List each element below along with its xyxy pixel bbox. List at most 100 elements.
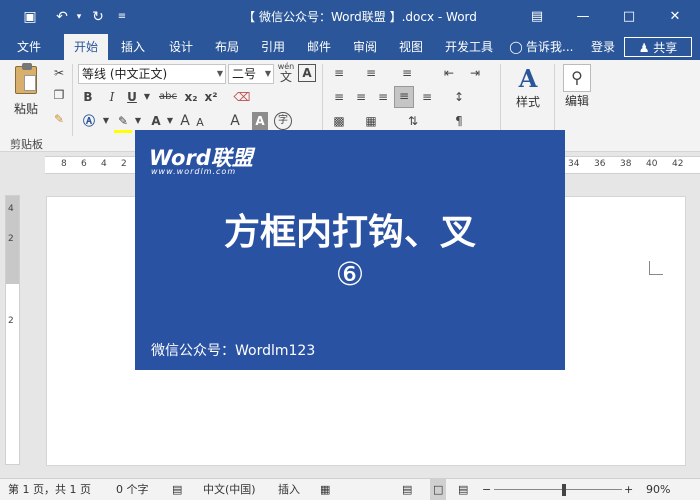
tab-review[interactable]: 审阅	[344, 34, 386, 60]
tab-design[interactable]: 设计	[160, 34, 202, 60]
zoom-in-icon[interactable]: +	[624, 479, 633, 500]
copy-icon[interactable]: ❐	[50, 86, 68, 104]
ruler-number: 40	[646, 159, 658, 169]
chevron-down-icon[interactable]: ▼	[102, 112, 110, 130]
decrease-indent-icon[interactable]: ⇤	[440, 64, 458, 82]
underline-button[interactable]: U	[124, 88, 140, 106]
undo-icon[interactable]: ↶	[50, 0, 74, 34]
vertical-ruler[interactable]: 4 2 2	[5, 195, 20, 465]
grow-font-button[interactable]: A	[178, 112, 192, 130]
show-marks-icon[interactable]: ¶	[450, 112, 468, 130]
align-center-icon[interactable]: ≡	[352, 88, 370, 106]
separator	[500, 64, 501, 136]
zoom-level[interactable]: 90%	[646, 479, 670, 500]
print-layout-icon[interactable]: □	[430, 479, 447, 500]
tab-view[interactable]: 视图	[390, 34, 432, 60]
editing-button[interactable]: ⚲ 编辑	[560, 64, 594, 124]
bullets-icon[interactable]: ≡	[330, 64, 348, 82]
sort-icon[interactable]: ⇅	[404, 112, 422, 130]
zoom-slider[interactable]	[494, 489, 622, 490]
maximize-icon[interactable]: □	[606, 0, 652, 34]
status-bar: 第 1 页，共 1 页 0 个字 ▤ 中文(中国) 插入 ▦ ▤ □ ▤ − +…	[0, 478, 700, 500]
zoom-slider-thumb[interactable]	[562, 484, 566, 496]
minimize-icon[interactable]: —	[560, 0, 606, 34]
lightbulb-icon[interactable]: ◯	[508, 34, 524, 60]
ruler-number: 4	[8, 204, 14, 214]
text-effects-icon[interactable]: Ⓐ	[80, 112, 98, 130]
increase-indent-icon[interactable]: ⇥	[466, 64, 484, 82]
align-left-icon[interactable]: ≡	[330, 88, 348, 106]
shading-icon[interactable]: ▩	[330, 112, 348, 130]
font-name-select[interactable]: 等线 (中文正文) ▼	[78, 64, 226, 84]
borders-icon[interactable]: ▦	[362, 112, 380, 130]
zoom-out-icon[interactable]: −	[482, 479, 491, 500]
font-name-value: 等线 (中文正文)	[82, 67, 168, 81]
title-bar: ▣ ↶ ▾ ↻ ≡ 【 微信公众号：Word联盟 】.docx - Word ▤…	[0, 0, 700, 34]
web-layout-icon[interactable]: ▤	[458, 479, 468, 500]
macro-icon[interactable]: ▦	[320, 479, 330, 500]
ruler-number: 6	[81, 159, 87, 169]
font-size-select[interactable]: 二号 ▼	[228, 64, 274, 84]
proofing-icon[interactable]: ▤	[172, 479, 182, 500]
highlight-icon[interactable]: ✎	[114, 112, 132, 133]
align-right-icon[interactable]: ≡	[374, 88, 392, 106]
superscript-button[interactable]: x²	[202, 88, 220, 106]
save-icon[interactable]: ▣	[18, 0, 42, 34]
numbering-icon[interactable]: ≡	[362, 64, 380, 82]
ruler-number: 42	[672, 159, 684, 169]
tab-references[interactable]: 引用	[252, 34, 294, 60]
signin-link[interactable]: 登录	[586, 34, 620, 60]
insert-mode[interactable]: 插入	[278, 479, 300, 500]
share-button[interactable]: ♟ 共享	[624, 37, 692, 57]
tab-layout[interactable]: 布局	[206, 34, 248, 60]
brand-url: www.wordlm.com	[151, 167, 237, 176]
distributed-icon[interactable]: ≡	[418, 88, 436, 106]
cut-icon[interactable]: ✂	[50, 64, 68, 82]
chevron-down-icon[interactable]: ▼	[142, 88, 152, 106]
card-footer: 微信公众号：Wordlm123	[151, 343, 316, 359]
customize-icon[interactable]: ≡	[112, 0, 132, 34]
language-indicator[interactable]: 中文(中国)	[203, 479, 256, 500]
clear-format-icon[interactable]: ⌫	[232, 88, 252, 106]
paste-button[interactable]: 粘贴	[8, 63, 44, 124]
tell-me-search[interactable]: 告诉我...	[526, 34, 582, 60]
font-size-value: 二号	[232, 67, 257, 81]
char-border-button[interactable]: A	[298, 64, 316, 82]
ruler-number: 2	[121, 159, 127, 169]
line-spacing-icon[interactable]: ↕	[450, 88, 468, 106]
justify-icon[interactable]: ≡	[394, 86, 414, 108]
chevron-down-icon[interactable]: ▼	[166, 112, 174, 130]
card-headline: 方框内打钩、叉	[223, 212, 476, 253]
ribbon-tabs: 文件 开始 插入 设计 布局 引用 邮件 审阅 视图 开发工具 ◯ 告诉我...…	[0, 34, 700, 60]
styles-label: 样式	[515, 95, 540, 109]
multilevel-list-icon[interactable]: ≡	[398, 64, 416, 82]
styles-button[interactable]: A 样式	[508, 64, 548, 124]
ruler-number: 36	[594, 159, 606, 169]
phonetic-guide-button[interactable]: wén 文	[276, 62, 296, 83]
word-count[interactable]: 0 个字	[116, 479, 149, 500]
tab-insert[interactable]: 插入	[112, 34, 154, 60]
ribbon-display-icon[interactable]: ▤	[514, 0, 560, 34]
grow-font-button[interactable]: A	[228, 112, 242, 130]
card-headline-number: ⑥	[335, 255, 365, 293]
tab-developer[interactable]: 开发工具	[438, 34, 500, 60]
enclose-char-button[interactable]: 字	[274, 112, 292, 130]
bold-button[interactable]: B	[80, 88, 96, 106]
close-icon[interactable]: ✕	[652, 0, 698, 34]
format-painter-icon[interactable]: ✎	[50, 110, 68, 128]
read-mode-icon[interactable]: ▤	[402, 479, 412, 500]
strikethrough-button[interactable]: abc	[156, 88, 180, 106]
redo-icon[interactable]: ↻	[86, 0, 110, 34]
undo-dropdown-icon[interactable]: ▾	[72, 0, 86, 34]
subscript-button[interactable]: x₂	[182, 88, 200, 106]
italic-button[interactable]: I	[104, 88, 120, 106]
clipboard-icon	[15, 63, 37, 94]
page-count[interactable]: 第 1 页，共 1 页	[8, 479, 91, 500]
chevron-down-icon[interactable]: ▼	[134, 112, 142, 130]
tab-mailings[interactable]: 邮件	[298, 34, 340, 60]
char-shading-button[interactable]: A	[252, 112, 268, 130]
tab-file[interactable]: 文件	[8, 34, 50, 60]
ruler-number: 2	[8, 234, 14, 244]
ruler-number: 4	[101, 159, 107, 169]
tab-home[interactable]: 开始	[64, 34, 108, 60]
